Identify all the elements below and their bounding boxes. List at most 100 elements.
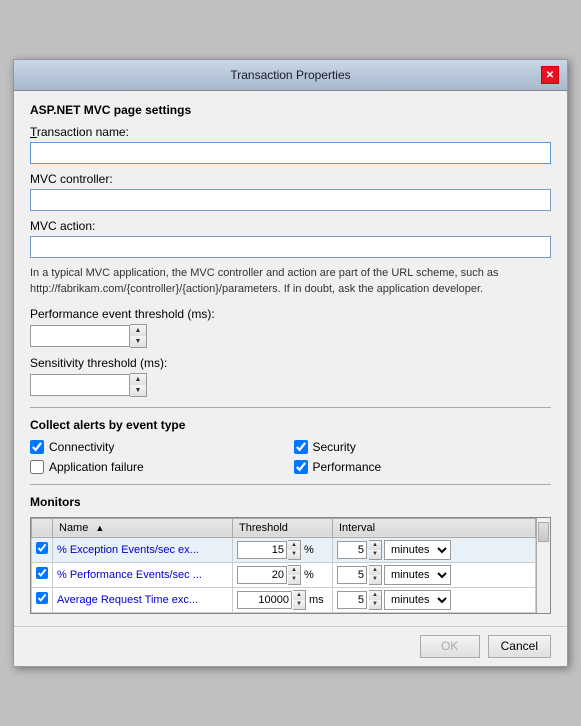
checkbox-performance: Performance (294, 460, 552, 474)
row2-threshold-up-btn[interactable]: ▲ (288, 566, 300, 575)
alerts-checkbox-grid: Connectivity Security Application failur… (30, 440, 551, 474)
row3-checkbox-cell (32, 587, 53, 612)
row1-threshold-input[interactable] (237, 541, 287, 559)
row3-threshold-input[interactable] (237, 591, 292, 609)
monitors-section-title: Monitors (30, 495, 551, 509)
aspnet-section-title: ASP.NET MVC page settings (30, 103, 551, 117)
checkbox-performance-label: Performance (313, 460, 382, 474)
row1-threshold-down-btn[interactable]: ▼ (288, 550, 300, 559)
perf-threshold-down-btn[interactable]: ▼ (130, 336, 146, 347)
sensitivity-threshold-label: Sensitivity threshold (ms): (30, 356, 551, 370)
checkbox-security-label: Security (313, 440, 356, 454)
dialog-content: ASP.NET MVC page settings Transaction na… (14, 91, 567, 626)
row1-interval-down-btn[interactable]: ▼ (369, 550, 381, 559)
row3-name-text: Average Request Time exc... (57, 594, 198, 606)
perf-threshold-up-btn[interactable]: ▲ (130, 325, 146, 336)
checkbox-app-failure-input[interactable] (30, 460, 44, 474)
row3-threshold-unit: ms (309, 594, 324, 606)
row1-threshold-up-btn[interactable]: ▲ (288, 541, 300, 550)
row3-interval-spinner: ▲ ▼ minutes hours seconds (337, 590, 531, 610)
checkbox-security-input[interactable] (294, 440, 308, 454)
col-header-name: Name ▲ (53, 518, 233, 537)
mvc-controller-input[interactable] (30, 189, 551, 211)
perf-threshold-spinner: 1000 ▲ ▼ (30, 324, 551, 348)
row3-threshold-spinner-btns: ▲ ▼ (293, 590, 306, 610)
transaction-name-label-text: ransaction name: (37, 125, 129, 139)
row1-interval-input[interactable] (337, 541, 367, 559)
alerts-section: Collect alerts by event type Connectivit… (30, 418, 551, 474)
perf-threshold-input[interactable]: 1000 (30, 325, 130, 347)
row2-threshold-input[interactable] (237, 566, 287, 584)
sensitivity-threshold-input[interactable]: 100 (30, 374, 130, 396)
sort-icon: ▲ (95, 523, 104, 533)
table-row: % Exception Events/sec ex... ▲ ▼ % (32, 537, 536, 562)
row1-threshold-cell: ▲ ▼ % (233, 537, 333, 562)
dialog-title: Transaction Properties (40, 68, 541, 82)
sensitivity-threshold-label-text: Sensitivity threshold (ms): (30, 356, 167, 370)
row2-threshold-cell: ▲ ▼ % (233, 562, 333, 587)
monitors-table: Name ▲ Threshold Interval (31, 518, 536, 613)
row2-threshold-spinner-btns: ▲ ▼ (288, 565, 301, 585)
ok-button[interactable]: OK (420, 635, 480, 658)
perf-threshold-label-text: Performance event threshold (ms): (30, 307, 215, 321)
col-header-interval: Interval (333, 518, 536, 537)
mvc-action-label: MVC action: (30, 219, 551, 233)
row3-threshold-cell: ▲ ▼ ms (233, 587, 333, 612)
dialog-window: Transaction Properties ✕ ASP.NET MVC pag… (13, 59, 568, 667)
divider-2 (30, 484, 551, 485)
row1-checkbox[interactable] (36, 542, 48, 554)
checkbox-connectivity: Connectivity (30, 440, 288, 454)
cancel-button[interactable]: Cancel (488, 635, 551, 658)
row3-interval-select[interactable]: minutes hours seconds (384, 590, 451, 610)
row3-threshold-up-btn[interactable]: ▲ (293, 591, 305, 600)
perf-threshold-label: Performance event threshold (ms): (30, 307, 551, 321)
row1-interval-spinner: ▲ ▼ minutes hours seconds (337, 540, 531, 560)
close-button[interactable]: ✕ (541, 66, 559, 84)
table-row: Average Request Time exc... ▲ ▼ ms (32, 587, 536, 612)
checkbox-app-failure-label: Application failure (49, 460, 144, 474)
row3-interval-up-btn[interactable]: ▲ (369, 591, 381, 600)
row3-interval-input[interactable] (337, 591, 367, 609)
transaction-name-label: Transaction name: (30, 125, 551, 139)
row2-threshold-down-btn[interactable]: ▼ (288, 575, 300, 584)
sensitivity-threshold-spinner: 100 ▲ ▼ (30, 373, 551, 397)
row1-interval-select[interactable]: minutes hours seconds (384, 540, 451, 560)
sensitivity-threshold-down-btn[interactable]: ▼ (130, 385, 146, 396)
row3-interval-spinner-btns: ▲ ▼ (369, 590, 382, 610)
checkbox-performance-input[interactable] (294, 460, 308, 474)
row2-interval-spinner: ▲ ▼ minutes hours seconds (337, 565, 531, 585)
row3-name: Average Request Time exc... (53, 587, 233, 612)
row1-name: % Exception Events/sec ex... (53, 537, 233, 562)
row2-checkbox[interactable] (36, 567, 48, 579)
row2-interval-spinner-btns: ▲ ▼ (369, 565, 382, 585)
row1-interval-spinner-btns: ▲ ▼ (369, 540, 382, 560)
col-header-checkbox (32, 518, 53, 537)
row2-interval-up-btn[interactable]: ▲ (369, 566, 381, 575)
row3-threshold-spinner: ▲ ▼ ms (237, 590, 328, 610)
row2-checkbox-cell (32, 562, 53, 587)
sensitivity-threshold-spinner-buttons: ▲ ▼ (130, 373, 147, 397)
row1-interval-up-btn[interactable]: ▲ (369, 541, 381, 550)
monitors-section: Monitors Name ▲ Threshold Interval (30, 495, 551, 614)
sensitivity-threshold-up-btn[interactable]: ▲ (130, 374, 146, 385)
row2-interval-select[interactable]: minutes hours seconds (384, 565, 451, 585)
transaction-name-input[interactable] (30, 142, 551, 164)
row3-interval-down-btn[interactable]: ▼ (369, 600, 381, 609)
title-bar: Transaction Properties ✕ (14, 60, 567, 91)
table-scrollbar-thumb[interactable] (538, 522, 549, 542)
row1-threshold-spinner: ▲ ▼ % (237, 540, 328, 560)
row3-threshold-down-btn[interactable]: ▼ (293, 600, 305, 609)
row1-threshold-unit: % (304, 544, 314, 556)
divider-1 (30, 407, 551, 408)
row2-interval-down-btn[interactable]: ▼ (369, 575, 381, 584)
checkbox-security: Security (294, 440, 552, 454)
info-text: In a typical MVC application, the MVC co… (30, 266, 551, 297)
perf-threshold-spinner-buttons: ▲ ▼ (130, 324, 147, 348)
row2-threshold-spinner: ▲ ▼ % (237, 565, 328, 585)
mvc-action-input[interactable] (30, 236, 551, 258)
row2-name-text: % Performance Events/sec ... (57, 569, 202, 581)
row3-checkbox[interactable] (36, 592, 48, 604)
row1-checkbox-cell (32, 537, 53, 562)
row2-interval-input[interactable] (337, 566, 367, 584)
checkbox-connectivity-input[interactable] (30, 440, 44, 454)
